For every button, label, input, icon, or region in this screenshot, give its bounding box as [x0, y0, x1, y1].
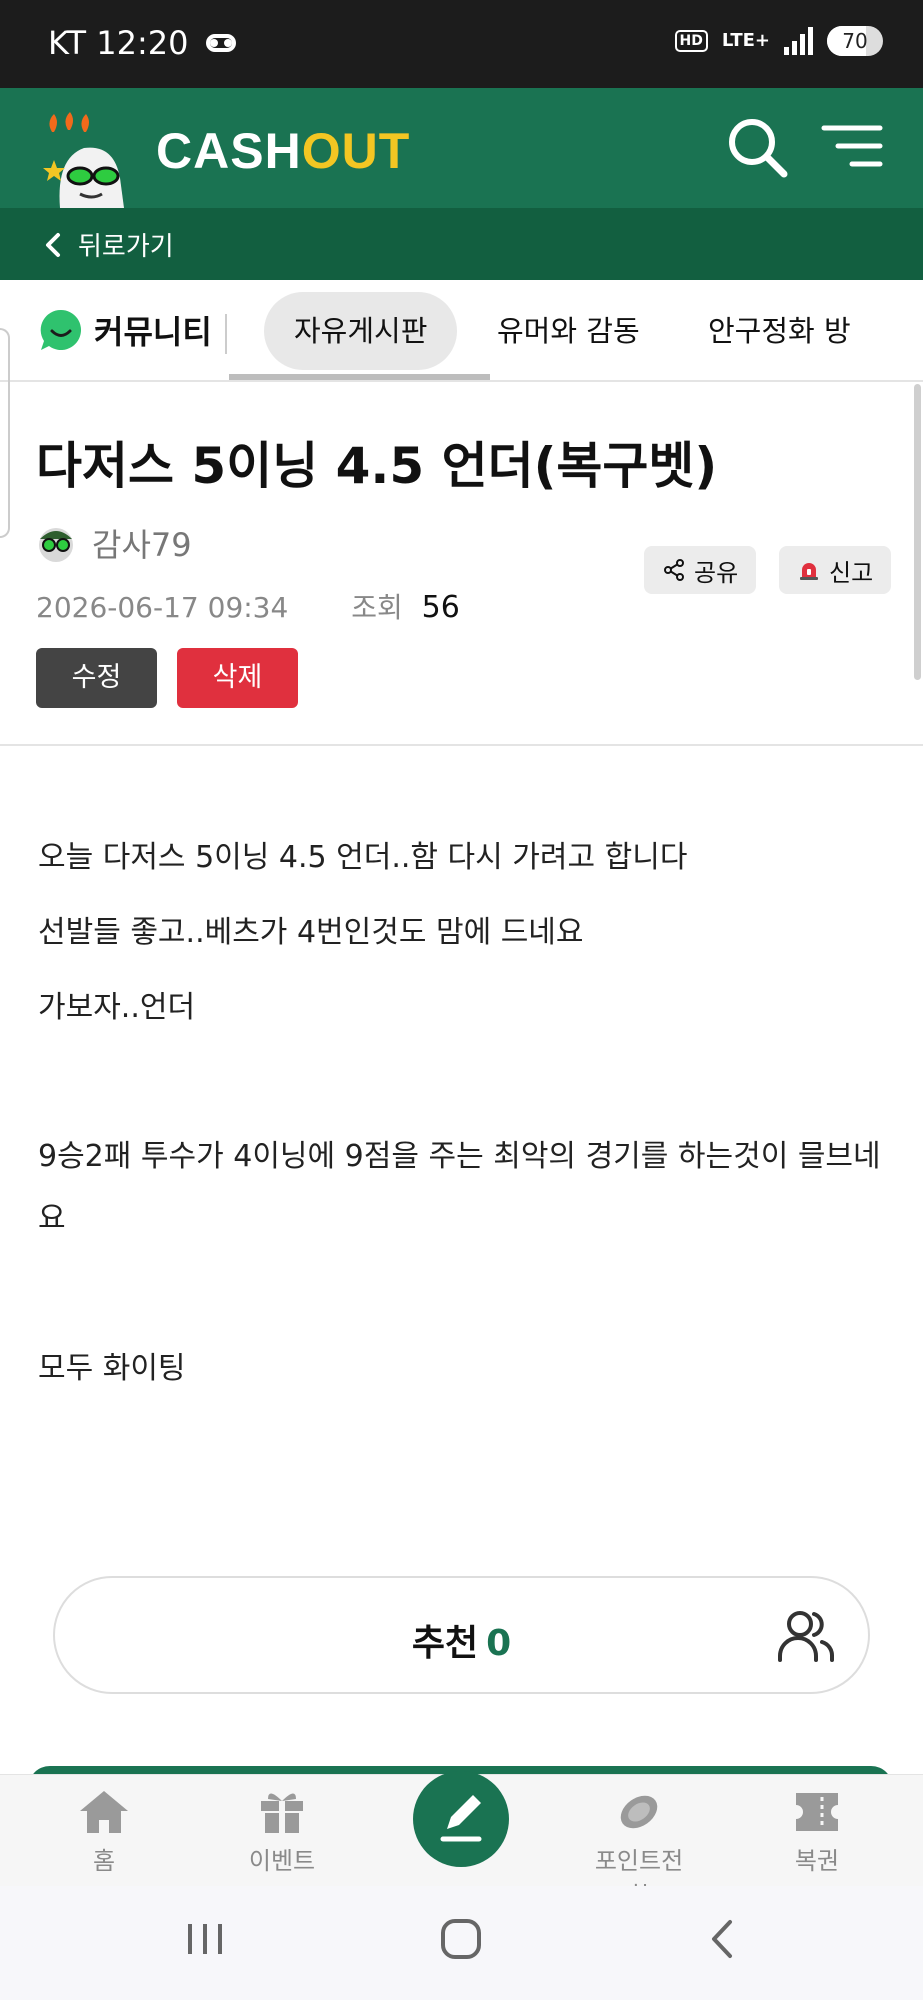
menu-icon[interactable] [818, 116, 888, 176]
recommend-label-row: 추천 0 [55, 1614, 868, 1666]
recommend-label: 추천 [411, 1623, 479, 1664]
nav-lottery-label: 복권 [794, 1847, 840, 1875]
side-drawer-handle[interactable] [0, 328, 10, 538]
avatar [39, 528, 73, 562]
battery-icon: 70 [827, 26, 883, 56]
recommend-button[interactable]: 추천 0 [53, 1576, 870, 1694]
logo-cash: CASH [156, 123, 302, 179]
body-line: 가보자..언더 [38, 990, 196, 1025]
nav-home-label: 홈 [92, 1847, 116, 1875]
body-line: 선발들 좋고..베츠가 4번인것도 맘에 드네요 [38, 915, 584, 950]
logo-out: OUT [301, 123, 411, 179]
content-divider [0, 744, 923, 746]
tab-divider [225, 314, 227, 354]
brand-logo-text[interactable]: CASHOUT [156, 122, 410, 180]
post-meta: 2026-06-17 09:34 조회 56 [36, 586, 460, 626]
lte-icon: LTE+ [721, 30, 770, 51]
delete-button[interactable]: 삭제 [177, 648, 298, 708]
views-label: 조회 [351, 591, 403, 624]
carrier-time: KT 12:20 [48, 24, 189, 62]
mascot-logo[interactable] [40, 110, 140, 208]
recents-icon[interactable] [182, 1916, 228, 1962]
tab-free-board[interactable]: 자유게시판 [264, 292, 458, 370]
write-button[interactable] [413, 1771, 509, 1867]
post-datetime: 2026-06-17 09:34 [36, 591, 289, 624]
chevron-left-icon [46, 232, 60, 257]
status-right: HD LTE+ 70 [674, 26, 883, 56]
back-button[interactable]: 뒤로가기 [44, 226, 174, 263]
nav-event[interactable]: 이벤트 [227, 1789, 337, 1876]
edit-button[interactable]: 수정 [36, 648, 157, 708]
community-tab-bar: 커뮤니티 자유게시판 유머와 감동 안구정화 방 [0, 280, 923, 382]
author-row[interactable]: 감사79 [36, 520, 192, 566]
coin-icon [620, 1795, 658, 1829]
body-line [38, 1045, 888, 1120]
post-title: 다저스 5이닝 4.5 언더(복구벳) [36, 437, 718, 495]
body-line: 모두 화이팅 [38, 1351, 186, 1386]
views-count: 56 [421, 590, 460, 625]
body-line: 오늘 다저스 5이닝 4.5 언더..함 다시 가려고 합니다 [38, 840, 688, 875]
ticket-icon [796, 1793, 838, 1831]
back-bar: 뒤로가기 [0, 208, 923, 280]
scrollbar-thumb[interactable] [914, 384, 921, 680]
users-icon[interactable] [776, 1608, 836, 1664]
active-tab-indicator [229, 374, 490, 380]
home-circle-icon[interactable] [438, 1916, 484, 1962]
share-label: 공유 [694, 558, 739, 587]
recommend-count: 0 [486, 1623, 512, 1664]
bottom-nav: 홈 이벤트 포인트전환 복권 [0, 1771, 923, 1910]
system-nav-bar [0, 1886, 923, 2000]
tab-humor[interactable]: 유머와 감동 [497, 292, 640, 370]
signal-icon [784, 27, 813, 55]
body-line: 9승2패 투수가 4이닝에 9점을 주는 최악의 경기를 하는것이 믈브네요 [38, 1139, 881, 1236]
search-icon[interactable] [722, 112, 792, 182]
share-icon [664, 559, 684, 581]
hd-icon: HD [674, 30, 708, 52]
siren-icon [800, 563, 818, 580]
share-button[interactable]: 공유 [644, 546, 757, 594]
home-icon [80, 1791, 128, 1833]
chat-icon [40, 309, 81, 350]
battery-level: 70 [842, 29, 868, 53]
post-body: 오늘 다저스 5이닝 4.5 언더..함 다시 가려고 합니다 선발들 좋고..… [38, 820, 888, 1406]
back-label: 뒤로가기 [78, 232, 174, 262]
gift-icon [261, 1793, 303, 1833]
nav-event-label: 이벤트 [248, 1847, 316, 1875]
nav-lottery[interactable]: 복권 [762, 1789, 872, 1876]
app-header: CASHOUT [0, 88, 923, 208]
community-text: 커뮤니티 [94, 313, 212, 351]
pencil-icon [440, 1795, 482, 1842]
author-name: 감사79 [92, 526, 192, 564]
status-bar: KT 12:20 HD LTE+ 70 [0, 0, 923, 88]
status-left: KT 12:20 [48, 24, 237, 62]
report-label: 신고 [829, 558, 874, 587]
voicemail-icon [206, 34, 237, 52]
community-label[interactable]: 커뮤니티 [38, 307, 212, 353]
body-line [38, 1256, 888, 1331]
tab-eye-candy[interactable]: 안구정화 방 [708, 292, 851, 370]
report-button[interactable]: 신고 [779, 546, 892, 594]
nav-home[interactable]: 홈 [49, 1789, 159, 1876]
back-icon[interactable] [700, 1916, 746, 1962]
